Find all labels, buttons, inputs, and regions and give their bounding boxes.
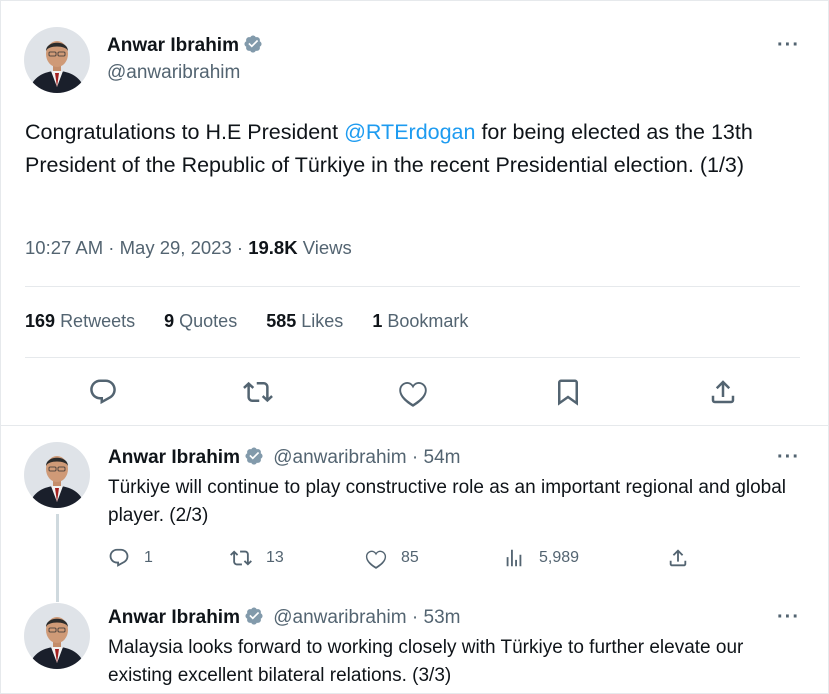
bookmarks-stat[interactable]: 1 Bookmark [372,311,468,331]
mention-link[interactable]: @RTErdogan [344,120,475,144]
tweet-frame [0,0,829,694]
more-icon[interactable]: ··· [777,606,800,629]
reply-handle[interactable]: @anwaribrahim · 53m [273,607,460,628]
verified-badge-icon [244,35,262,53]
retweet-button[interactable]: 13 [230,547,284,569]
views-label: Views [302,237,352,258]
divider [0,425,829,426]
verified-badge-icon [245,607,263,625]
reply-text: Malaysia looks forward to working closel… [108,637,744,686]
share-icon [669,549,687,567]
avatar[interactable] [24,603,90,669]
bookmark-icon [558,379,578,406]
like-count: 85 [401,549,419,566]
author-handle[interactable]: @anwaribrahim [107,62,240,84]
tweet-text-part: Congratulations to H.E President [25,120,345,144]
thread-line [56,514,59,602]
tweet-text: Congratulations to H.E President @RTErdo… [25,116,800,182]
author-handle[interactable]: @anwaribrahim [273,607,406,628]
reply-icon [90,379,116,405]
reply-button[interactable]: 1 [108,547,153,569]
likes-stat[interactable]: 585 Likes [266,311,343,331]
retweets-stat[interactable]: 169 Retweets [25,311,135,331]
likes-label: Likes [301,311,344,331]
bookmarks-count: 1 [372,311,383,331]
reply-count: 1 [144,549,153,566]
quotes-count: 9 [164,311,175,331]
retweet-button[interactable] [243,377,273,407]
retweets-label: Retweets [60,311,136,331]
author-name[interactable]: Anwar Ibrahim [108,607,240,628]
engagement-stats: 169 Retweets 9 Quotes 585 Likes 1 Bookma… [25,311,492,332]
reply-icon [109,548,129,567]
avatar[interactable] [24,27,90,93]
tweet-meta: 10:27 AM · May 29, 2023 · 19.8K Views [25,237,352,258]
verified-badge-icon [245,447,263,465]
avatar[interactable] [24,442,90,508]
author-name[interactable]: Anwar Ibrahim [108,447,240,468]
quotes-stat[interactable]: 9 Quotes [164,311,237,331]
bookmark-button[interactable] [553,377,583,407]
share-button[interactable] [708,377,738,407]
share-icon [711,380,735,404]
like-icon [365,550,387,569]
divider [25,357,800,358]
author-name-text[interactable]: Anwar Ibrahim [107,35,239,56]
reply-handle[interactable]: @anwaribrahim · 54m [273,447,460,468]
reply-header: Anwar Ibrahim @anwaribrahim · 53m [108,606,460,629]
quotes-label: Quotes [179,311,238,331]
author-handle[interactable]: @anwaribrahim [273,447,406,468]
reply-header: Anwar Ibrahim @anwaribrahim · 54m [108,446,460,469]
bookmarks-label: Bookmark [387,311,469,331]
views-icon [506,549,522,567]
views-count: 19.8K [248,237,298,258]
more-icon[interactable]: ··· [777,34,800,57]
reply-button[interactable] [88,377,118,407]
retweet-icon [243,381,273,403]
tweet-time[interactable]: 10:27 AM [25,237,103,258]
retweet-count: 13 [266,549,284,566]
time-ago[interactable]: 54m [424,447,461,468]
time-ago[interactable]: 53m [424,607,461,628]
view-count: 5,989 [539,549,580,566]
like-icon [399,381,427,407]
share-button[interactable] [667,547,703,569]
author-name[interactable]: Anwar Ibrahim [107,34,263,57]
views-button[interactable]: 5,989 [503,547,579,569]
more-icon[interactable]: ··· [777,446,800,469]
like-button[interactable] [398,377,428,407]
divider [25,286,800,287]
tweet-date[interactable]: May 29, 2023 [120,237,232,258]
retweets-count: 169 [25,311,56,331]
likes-count: 585 [266,311,297,331]
retweet-icon [230,550,252,566]
reply-text: Türkiye will continue to play constructi… [108,477,787,526]
like-button[interactable]: 85 [365,547,419,569]
